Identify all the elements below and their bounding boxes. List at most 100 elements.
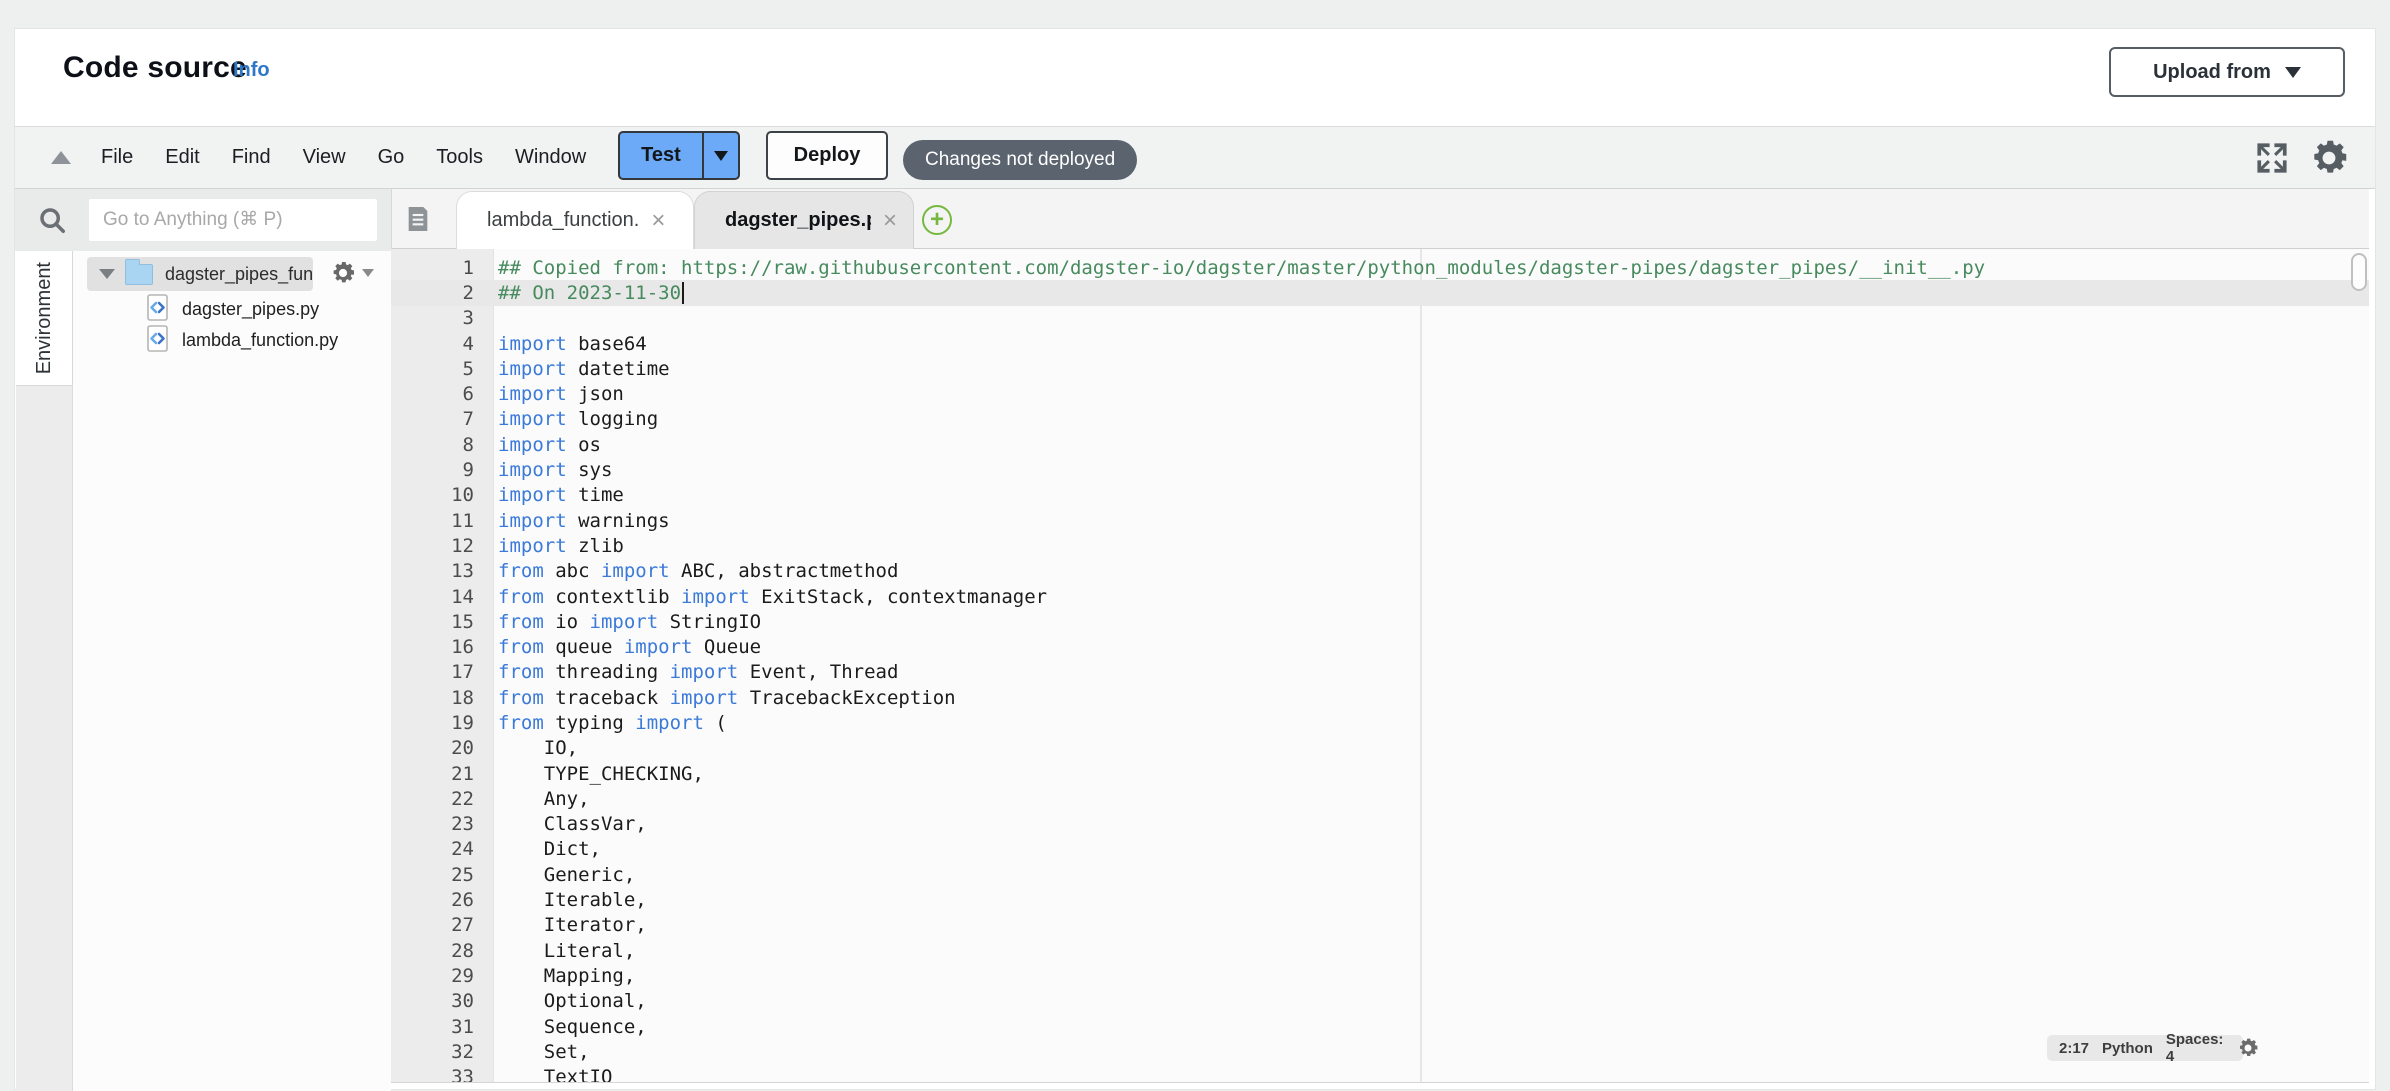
tab-lambda_function[interactable]: lambda_function.× (456, 191, 694, 249)
code-text: import sys (494, 459, 2369, 481)
add-tab-button[interactable]: + (922, 205, 952, 235)
code-text: import base64 (494, 333, 2369, 355)
line-number: 19 (391, 712, 494, 734)
close-tab-icon[interactable]: × (651, 209, 665, 233)
line-number: 26 (391, 889, 494, 911)
code-text: from threading import Event, Thread (494, 661, 2369, 683)
code-text: TYPE_CHECKING, (494, 763, 2369, 785)
line-number: 25 (391, 864, 494, 886)
environment-label: Environment (33, 262, 56, 374)
file-tree-panel: dagster_pipes_funct dagster_pipes.pylamb… (73, 251, 391, 1091)
code-line-18: 18from traceback import TracebackExcepti… (391, 685, 2369, 710)
code-text: ClassVar, (494, 813, 2369, 835)
menu-item-window[interactable]: Window (515, 146, 586, 169)
gear-icon[interactable] (2307, 136, 2351, 180)
changes-not-deployed-badge: Changes not deployed (903, 140, 1137, 180)
code-text: import os (494, 434, 2369, 456)
code-line-11: 11import warnings (391, 508, 2369, 533)
code-line-9: 9import sys (391, 457, 2369, 482)
code-line-17: 17from threading import Event, Thread (391, 660, 2369, 685)
line-number: 14 (391, 586, 494, 608)
test-button-label: Test (620, 133, 702, 178)
menu-item-view[interactable]: View (303, 146, 346, 169)
code-text: ## Copied from: https://raw.githubuserco… (494, 257, 2369, 279)
test-button[interactable]: Test (618, 131, 740, 180)
close-tab-icon[interactable]: × (883, 209, 897, 233)
menu-item-file[interactable]: File (101, 146, 133, 169)
code-rows: 1## Copied from: https://raw.githubuserc… (391, 255, 2369, 1083)
tab-dagster_pipes-py[interactable]: dagster_pipes.py × (694, 191, 914, 249)
code-line-7: 7import logging (391, 407, 2369, 432)
gear-icon (329, 259, 357, 287)
line-number: 1 (391, 257, 494, 279)
line-number: 22 (391, 788, 494, 810)
code-text: from traceback import TracebackException (494, 687, 2369, 709)
tree-file-dagster_pipes-py[interactable]: dagster_pipes.py (73, 294, 391, 325)
code-text: import logging (494, 408, 2369, 430)
code-line-30: 30 Optional, (391, 989, 2369, 1014)
line-number: 16 (391, 636, 494, 658)
language-mode[interactable]: Python (2102, 1040, 2153, 1057)
line-number: 28 (391, 940, 494, 962)
code-editor[interactable]: 1## Copied from: https://raw.githubuserc… (391, 249, 2369, 1083)
folder-expanded-caret-icon (99, 269, 115, 279)
editor-settings-gear-icon[interactable] (2236, 1036, 2260, 1060)
code-text: Literal, (494, 940, 2369, 962)
code-line-33: 33 TextIO (391, 1065, 2369, 1084)
line-number: 11 (391, 510, 494, 532)
chevron-down-icon (714, 151, 728, 161)
code-text: from contextlib import ExitStack, contex… (494, 586, 2369, 608)
indentation-setting[interactable]: Spaces: 4 (2166, 1031, 2224, 1065)
line-number: 17 (391, 661, 494, 683)
collapse-panel-icon[interactable] (51, 151, 71, 164)
menu-item-find[interactable]: Find (232, 146, 271, 169)
tree-folder-row[interactable]: dagster_pipes_funct (87, 257, 313, 291)
left-rail (16, 386, 73, 1091)
code-text: Generic, (494, 864, 2369, 886)
line-number: 3 (391, 307, 494, 329)
file-name: dagster_pipes.py (182, 299, 319, 320)
fullscreen-icon[interactable] (2255, 141, 2289, 175)
code-text: Iterator, (494, 914, 2369, 936)
code-line-13: 13from abc import ABC, abstractmethod (391, 559, 2369, 584)
code-line-15: 15from io import StringIO (391, 609, 2369, 634)
code-line-22: 22 Any, (391, 786, 2369, 811)
vertical-scrollbar-thumb[interactable] (2351, 253, 2367, 291)
code-text: import warnings (494, 510, 2369, 532)
line-number: 15 (391, 611, 494, 633)
code-line-1: 1## Copied from: https://raw.githubuserc… (391, 255, 2369, 280)
page-title: Code source (63, 51, 247, 85)
code-line-10: 10import time (391, 483, 2369, 508)
code-text: from abc import ABC, abstractmethod (494, 560, 2369, 582)
tab-list-icon[interactable] (402, 203, 434, 240)
code-line-29: 29 Mapping, (391, 963, 2369, 988)
code-text: Iterable, (494, 889, 2369, 911)
toolbar-right-icons (2255, 127, 2351, 188)
line-number: 30 (391, 990, 494, 1012)
cursor-position: 2:17 (2059, 1040, 2089, 1057)
code-line-4: 4import base64 (391, 331, 2369, 356)
line-number: 4 (391, 333, 494, 355)
deploy-button[interactable]: Deploy (766, 131, 888, 180)
menu-item-go[interactable]: Go (378, 146, 405, 169)
python-file-icon (147, 294, 168, 326)
code-line-25: 25 Generic, (391, 862, 2369, 887)
line-number: 10 (391, 484, 494, 506)
line-number: 9 (391, 459, 494, 481)
tab-label: dagster_pipes.py (695, 209, 871, 232)
info-link[interactable]: Info (233, 59, 270, 82)
environment-tab[interactable]: Environment (16, 251, 73, 386)
menu-item-edit[interactable]: Edit (165, 146, 199, 169)
text-cursor (682, 282, 684, 304)
tree-file-lambda_function-py[interactable]: lambda_function.py (73, 325, 391, 356)
code-line-3: 3 (391, 306, 2369, 331)
upload-from-button[interactable]: Upload from (2109, 47, 2345, 97)
tree-settings-button[interactable] (329, 259, 374, 287)
code-text: import zlib (494, 535, 2369, 557)
code-text: Optional, (494, 990, 2369, 1012)
search-input[interactable] (89, 199, 377, 241)
code-text: TextIO (494, 1066, 2369, 1083)
menu-item-tools[interactable]: Tools (436, 146, 483, 169)
test-options-split[interactable] (702, 133, 738, 178)
code-line-5: 5import datetime (391, 356, 2369, 381)
